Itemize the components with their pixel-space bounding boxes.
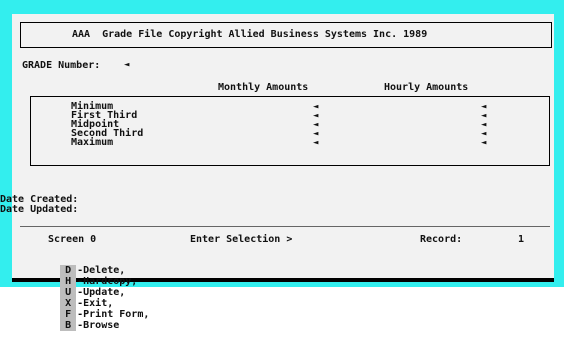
record-number: 1 xyxy=(518,234,525,245)
print-form-key[interactable]: F xyxy=(60,309,77,320)
grade-number-input[interactable]: ◄ xyxy=(124,60,129,70)
title-bar: AAA Grade File Copyright Allied Business… xyxy=(20,22,552,48)
monthly-amounts-header: Monthly Amounts xyxy=(218,82,309,93)
browse-label: -Browse xyxy=(77,320,120,331)
exit-key[interactable]: X xyxy=(60,298,77,309)
record-label: Record: xyxy=(420,234,463,245)
monthly-maximum-input[interactable]: ◄ xyxy=(313,138,318,148)
page-title: AAA Grade File Copyright Allied Business… xyxy=(72,29,428,40)
delete-key[interactable]: D xyxy=(60,265,77,276)
screen-number: Screen 0 xyxy=(48,234,97,245)
browse-key[interactable]: B xyxy=(60,320,77,331)
divider xyxy=(20,226,550,227)
terminal-screen: AAA Grade File Copyright Allied Business… xyxy=(0,14,554,331)
print-form-label: -Print Form, xyxy=(77,309,150,320)
update-key[interactable]: U xyxy=(60,287,77,298)
selection-prompt[interactable]: Enter Selection > xyxy=(190,234,292,245)
hardcopy-label: -Hardcopy, xyxy=(77,276,138,287)
grade-number-label: GRADE Number: xyxy=(22,60,101,71)
date-updated-label: Date Updated: xyxy=(0,204,79,215)
hourly-amounts-header: Hourly Amounts xyxy=(384,82,469,93)
command-help-bar: D -Delete, H -Hardcopy, U -Update, X -Exit, … xyxy=(36,254,149,342)
exit-label: -Exit, xyxy=(77,298,114,309)
update-label: -Update, xyxy=(77,287,126,298)
hardcopy-key[interactable]: H xyxy=(60,276,77,287)
amounts-table: Minimum First Third Midpoint Second Thir… xyxy=(30,96,550,166)
row-label-maximum: Maximum xyxy=(71,137,114,148)
delete-label: -Delete, xyxy=(77,265,126,276)
hourly-maximum-input[interactable]: ◄ xyxy=(481,138,486,148)
